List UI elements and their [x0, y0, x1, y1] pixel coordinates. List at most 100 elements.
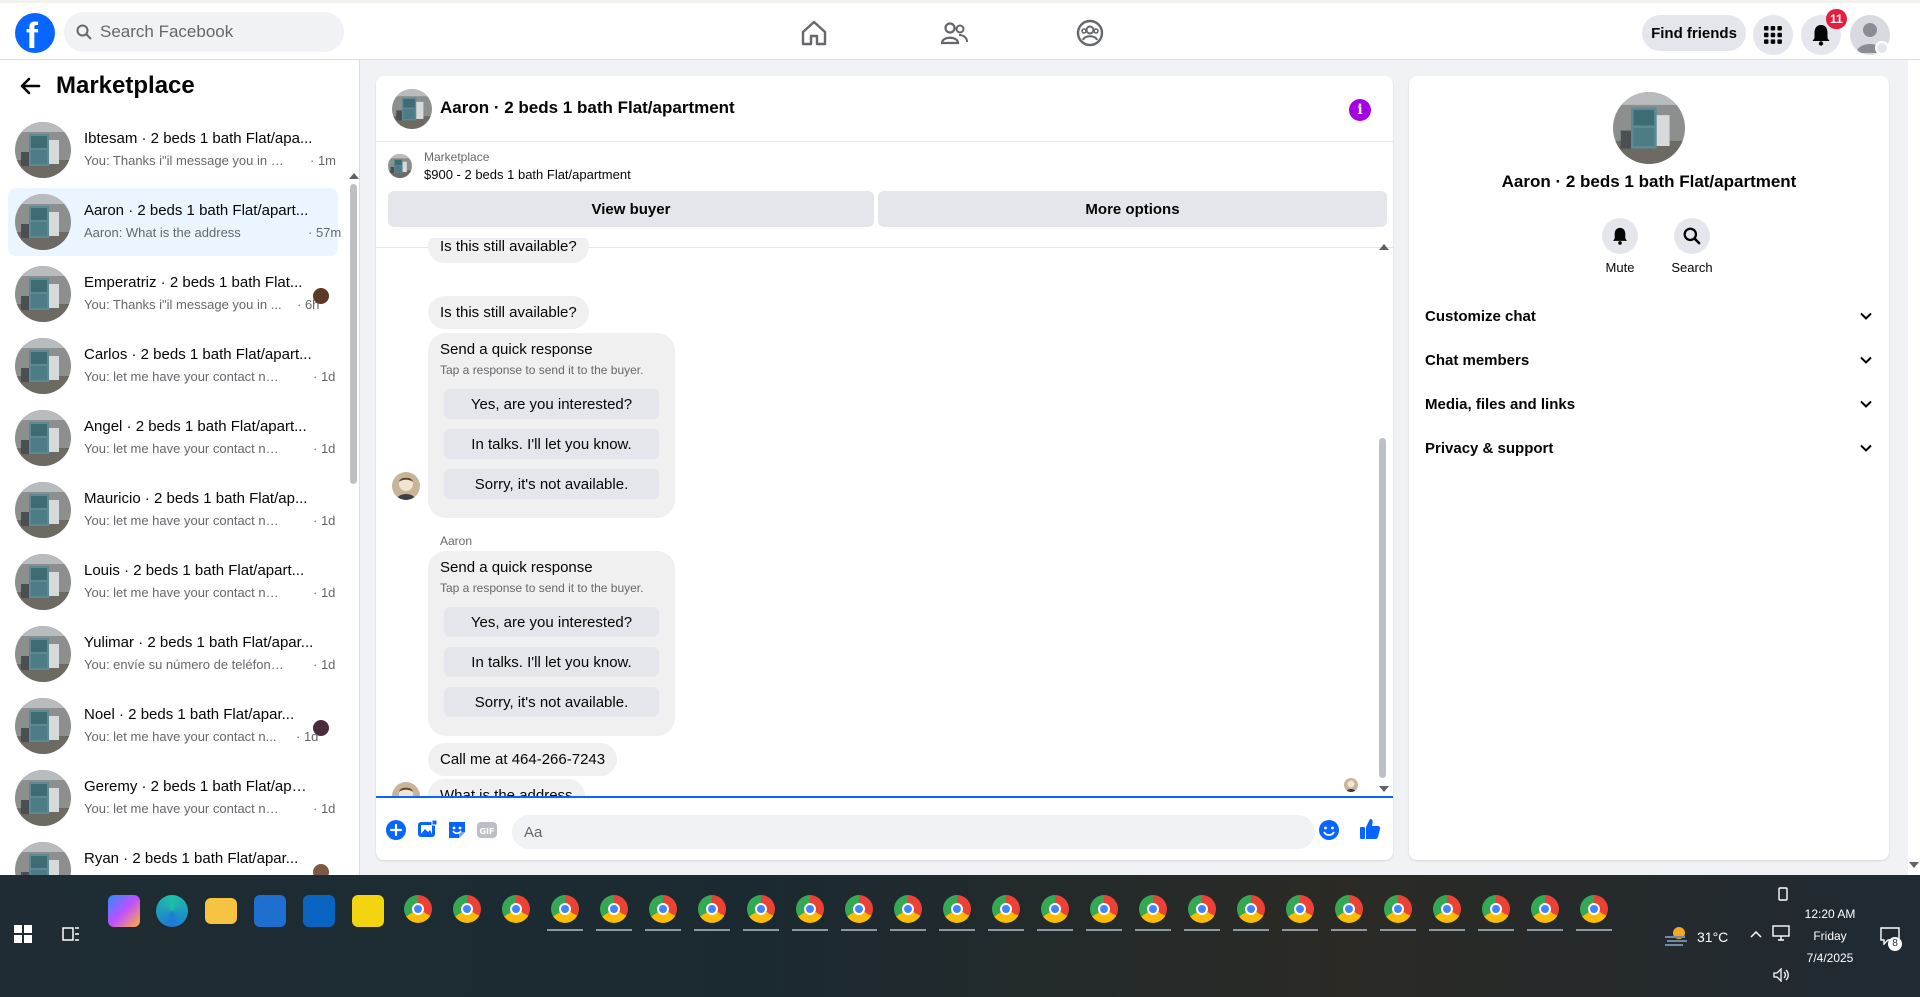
conversation-item[interactable]: Noel · 2 beds 1 bath Flat/apar... You: le… [8, 692, 338, 760]
message-scrollbar-thumb[interactable] [1379, 438, 1386, 778]
chat-listing-avatar[interactable] [392, 89, 432, 129]
chrome-window-icon[interactable] [1139, 895, 1167, 923]
scroll-up-arrow-icon[interactable] [349, 173, 359, 179]
chrome-window-icon[interactable] [1531, 895, 1559, 923]
conversation-item[interactable]: Angel · 2 beds 1 bath Flat/apart... You: … [8, 404, 338, 472]
chrome-window-icon[interactable] [1482, 895, 1510, 923]
gif-icon[interactable]: GIF [476, 819, 498, 841]
listing-price[interactable]: $900 - 2 beds 1 bath Flat/apartment [424, 167, 631, 182]
chrome-window-icon[interactable] [649, 895, 677, 923]
network-icon[interactable] [1772, 925, 1790, 941]
chrome-window-icon[interactable] [1580, 895, 1608, 923]
media-files-links-section[interactable]: Media, files and links [1425, 384, 1873, 424]
chrome-window-icon[interactable] [551, 895, 579, 923]
search-in-chat-button[interactable] [1674, 218, 1710, 254]
copilot-icon[interactable] [108, 895, 140, 927]
chrome-window-icon[interactable] [698, 895, 726, 923]
menu-button[interactable] [1753, 15, 1793, 55]
view-buyer-button[interactable]: View buyer [388, 191, 874, 227]
conversation-item[interactable]: Ryan · 2 beds 1 bath Flat/apar...You: le… [8, 836, 338, 875]
sidebar-scrollbar-thumb[interactable] [350, 184, 357, 484]
volume-icon[interactable] [1773, 968, 1791, 982]
message-bubble[interactable]: Is this still available? [428, 238, 589, 263]
back-arrow-icon[interactable] [18, 74, 42, 98]
find-friends-button[interactable]: Find friends [1642, 15, 1746, 51]
chrome-window-icon[interactable] [992, 895, 1020, 923]
buyer-avatar[interactable] [392, 782, 420, 796]
chrome-window-icon[interactable] [1188, 895, 1216, 923]
quick-response-not-available-button[interactable]: Sorry, it's not available. [444, 687, 659, 717]
task-view-icon[interactable] [62, 925, 80, 943]
sticky-notes-icon[interactable] [352, 895, 384, 927]
scroll-up-arrow-icon[interactable] [1379, 244, 1389, 250]
conversation-item[interactable]: Carlos · 2 beds 1 bath Flat/apart... You:… [8, 332, 338, 400]
chrome-window-icon[interactable] [1090, 895, 1118, 923]
chrome-window-icon[interactable] [502, 895, 530, 923]
chrome-window-icon[interactable] [1041, 895, 1069, 923]
quick-response-yes-button[interactable]: Yes, are you interested? [444, 389, 659, 419]
conversation-item[interactable]: Louis · 2 beds 1 bath Flat/apart... You: … [8, 548, 338, 616]
chrome-window-icon[interactable] [943, 895, 971, 923]
search-action[interactable]: Search [1662, 218, 1722, 275]
conversation-item[interactable]: Mauricio · 2 beds 1 bath Flat/ap... You: … [8, 476, 338, 544]
chrome-window-icon[interactable] [1384, 895, 1412, 923]
chrome-window-icon[interactable] [845, 895, 873, 923]
emoji-icon[interactable] [1318, 819, 1340, 841]
account-chevron-down-icon[interactable] [1875, 41, 1889, 55]
listing-thumbnail[interactable] [388, 154, 412, 178]
chrome-window-icon[interactable] [796, 895, 824, 923]
clock-date[interactable]: 7/4/2025 [1800, 951, 1860, 965]
show-hidden-icons-chevron-up-icon[interactable] [1750, 929, 1762, 939]
conversation-item[interactable]: Aaron · 2 beds 1 bath Flat/apart... Aaron… [8, 188, 341, 256]
search-input[interactable] [100, 22, 320, 42]
file-explorer-icon[interactable] [205, 898, 237, 924]
chrome-window-icon[interactable] [1433, 895, 1461, 923]
quick-response-not-available-button[interactable]: Sorry, it's not available. [444, 469, 659, 499]
chrome-window-icon[interactable] [747, 895, 775, 923]
scroll-down-arrow-icon[interactable] [1909, 862, 1919, 868]
weather-icon[interactable] [1663, 925, 1689, 947]
chrome-window-icon[interactable] [1286, 895, 1314, 923]
more-options-button[interactable]: More options [878, 191, 1387, 227]
conversation-item[interactable]: Ibtesam · 2 beds 1 bath Flat/apa... You: … [8, 116, 338, 184]
sticker-icon[interactable] [446, 819, 468, 841]
photo-icon[interactable] [416, 819, 438, 841]
conversation-item[interactable]: Yulimar · 2 beds 1 bath Flat/apar... You:… [8, 620, 338, 688]
tablet-mode-icon[interactable] [1776, 887, 1790, 901]
home-icon[interactable] [798, 17, 830, 49]
buyer-avatar[interactable] [392, 472, 420, 500]
listing-profile-photo[interactable] [1613, 92, 1685, 164]
privacy-support-section[interactable]: Privacy & support [1425, 428, 1873, 468]
chrome-window-icon[interactable] [453, 895, 481, 923]
quick-response-in-talks-button[interactable]: In talks. I'll let you know. [444, 429, 659, 459]
chrome-window-icon[interactable] [404, 895, 432, 923]
message-bubble[interactable]: Call me at 464-266-7243 [428, 743, 618, 776]
conversation-item[interactable]: Emperatriz · 2 beds 1 bath Flat... You: T… [8, 260, 338, 328]
info-icon[interactable]: i [1349, 99, 1371, 121]
customize-chat-section[interactable]: Customize chat [1425, 296, 1873, 336]
message-bubble[interactable]: Is this still available? [428, 296, 589, 329]
mute-button[interactable] [1602, 218, 1638, 254]
edge-icon[interactable] [156, 895, 188, 927]
windows-start-icon[interactable] [14, 925, 32, 943]
message-input[interactable] [512, 815, 1315, 849]
search-box[interactable] [64, 12, 344, 52]
outlook-icon[interactable] [303, 895, 335, 927]
chat-members-section[interactable]: Chat members [1425, 340, 1873, 380]
quick-response-yes-button[interactable]: Yes, are you interested? [444, 607, 659, 637]
chrome-window-icon[interactable] [1237, 895, 1265, 923]
chrome-window-icon[interactable] [600, 895, 628, 923]
message-bubble[interactable]: What is the address [428, 779, 585, 796]
chrome-window-icon[interactable] [1335, 895, 1363, 923]
scroll-down-arrow-icon[interactable] [1379, 786, 1389, 792]
page-scrollbar[interactable] [1908, 60, 1920, 875]
conversation-item[interactable]: Geremy · 2 beds 1 bath Flat/apar... You: … [8, 764, 338, 832]
chat-title[interactable]: Aaron · 2 beds 1 bath Flat/apartment [440, 98, 735, 118]
weather-temperature[interactable]: 31°C [1697, 929, 1728, 945]
clock-time[interactable]: 12:20 AM [1800, 907, 1860, 921]
quick-response-in-talks-button[interactable]: In talks. I'll let you know. [444, 647, 659, 677]
facebook-logo[interactable]: f [15, 13, 55, 56]
groups-icon[interactable] [1074, 17, 1106, 49]
friends-icon[interactable] [938, 17, 970, 49]
clock-day[interactable]: Friday [1800, 929, 1860, 943]
